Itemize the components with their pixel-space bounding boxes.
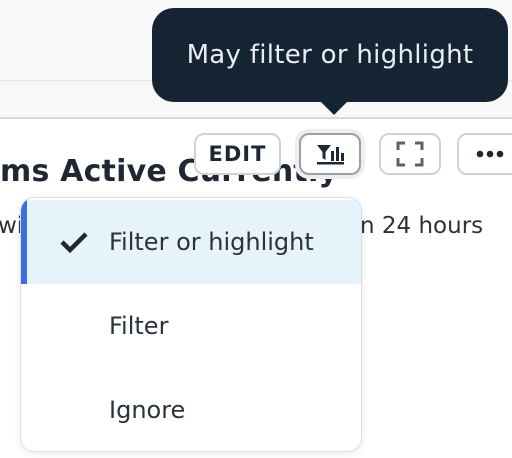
fullscreen-button[interactable] (379, 133, 441, 175)
card-subtitle-end: n 24 hours (360, 213, 484, 239)
menu-item-filter[interactable]: Filter (21, 284, 361, 368)
menu-item-ignore[interactable]: Ignore (21, 368, 361, 451)
fullscreen-icon (396, 141, 424, 167)
filter-chart-icon (317, 145, 344, 165)
edit-button[interactable]: EDIT (194, 133, 281, 175)
more-options-button[interactable] (457, 133, 512, 175)
tooltip-arrow (318, 99, 350, 115)
card-title: ms Active Currently (0, 154, 339, 189)
card-subtitle-start: wi (0, 213, 22, 239)
filter-mode-button[interactable] (299, 133, 361, 175)
menu-item-label: Filter (109, 312, 169, 340)
checkmark-icon (60, 232, 88, 254)
menu-item-filter-or-highlight[interactable]: Filter or highlight (21, 200, 361, 284)
menu-item-label: Ignore (109, 396, 186, 424)
filter-mode-menu: Filter or highlight Filter Ignore (20, 197, 362, 452)
menu-item-label: Filter or highlight (109, 228, 314, 256)
more-horizontal-icon (476, 150, 504, 158)
tooltip: May filter or highlight (152, 8, 508, 102)
